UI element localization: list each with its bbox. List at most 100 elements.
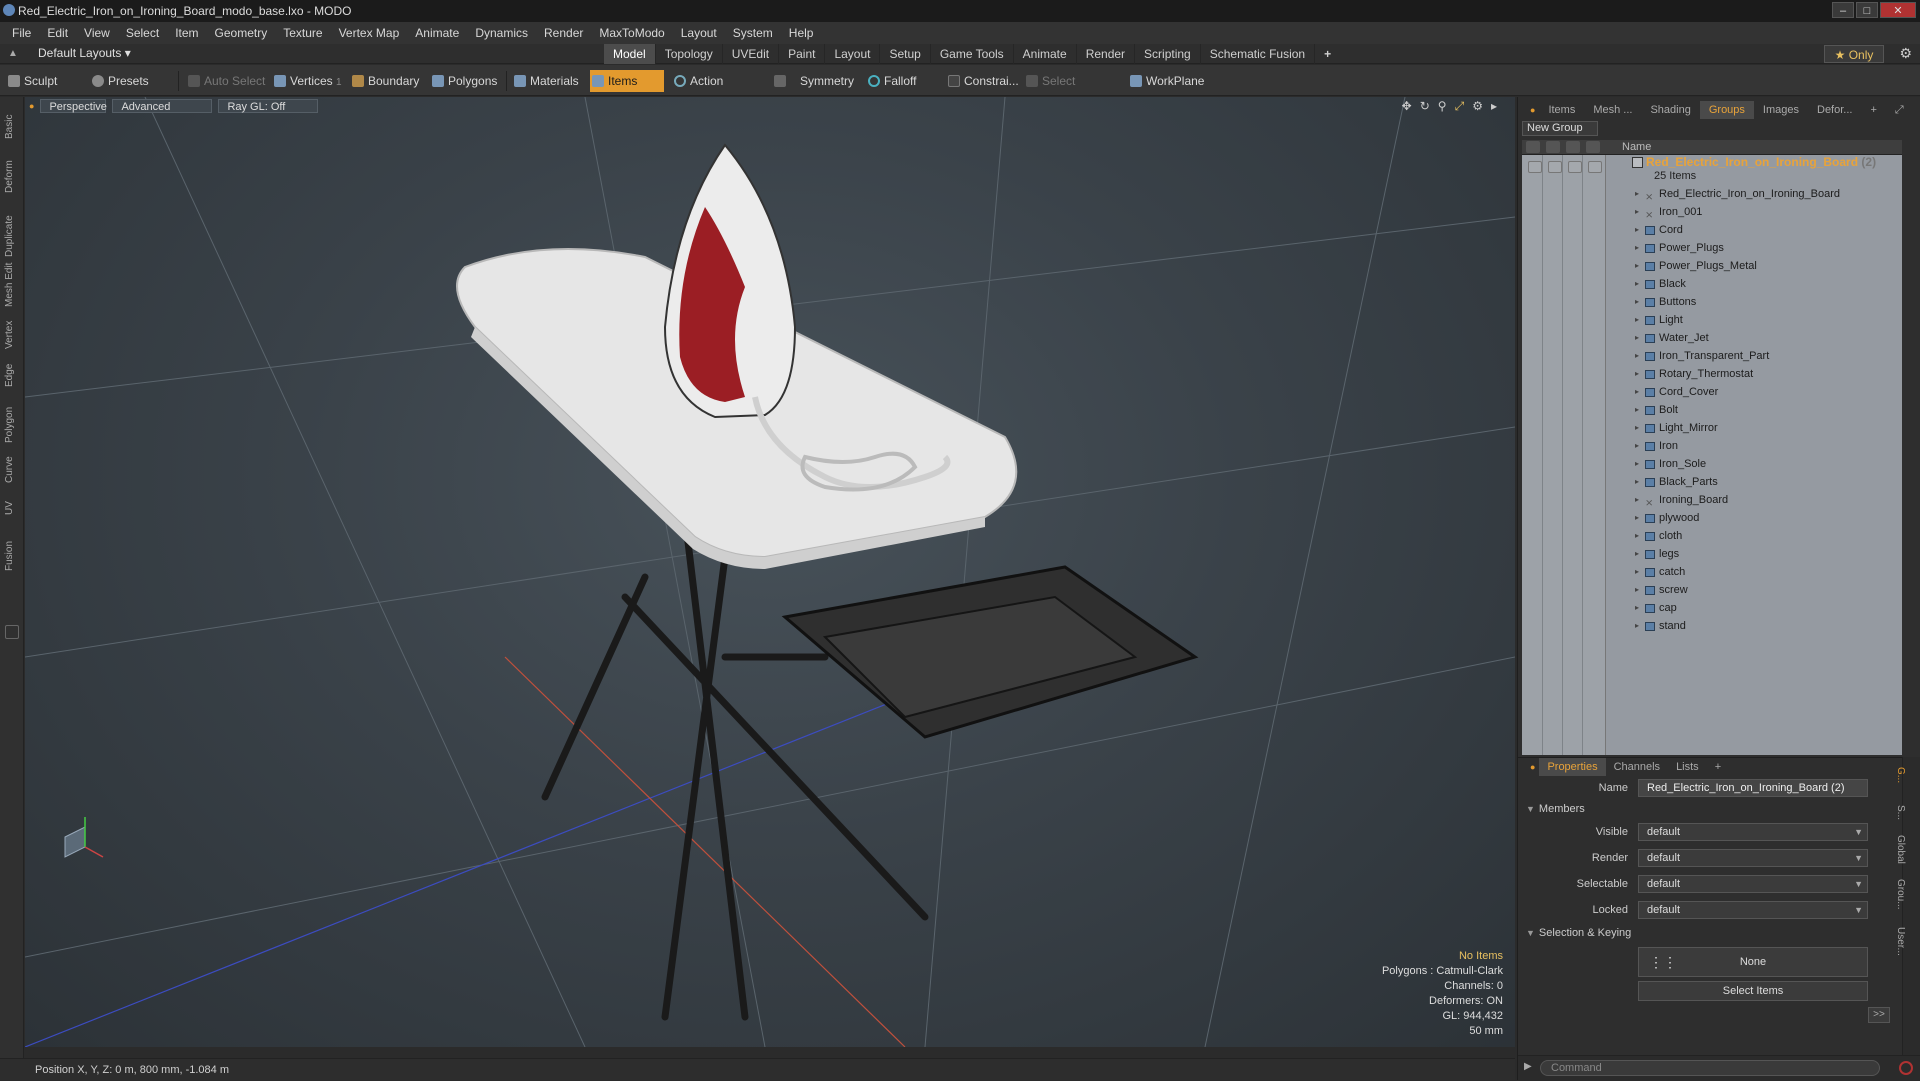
expand-arrow-icon[interactable]: ▸ [1635,365,1639,383]
name-field[interactable]: Red_Electric_Iron_on_Ironing_Board (2) [1638,779,1868,797]
tab-shading[interactable]: Shading [1641,101,1699,119]
boundary-button[interactable]: Boundary [350,70,422,92]
menu-select[interactable]: Select [118,26,167,40]
action-center-button[interactable]: Action Center [672,70,762,110]
zoom-view-icon[interactable]: ⚲ [1438,99,1447,114]
expand-arrow-icon[interactable]: ▸ [1635,329,1639,347]
tree-item-row[interactable]: ▸ Cord [1522,221,1902,239]
menu-edit[interactable]: Edit [39,26,76,40]
menu-layout[interactable]: Layout [673,26,725,40]
more-button[interactable]: >> [1868,1007,1890,1023]
menu-file[interactable]: File [4,26,39,40]
tree-item-row[interactable]: ▸ Power_Plugs [1522,239,1902,257]
tree-item-row[interactable]: ▸ cloth [1522,527,1902,545]
eye-toggle-icon[interactable] [1528,161,1542,173]
workplane-button[interactable]: WorkPlane [1128,70,1208,92]
command-input[interactable]: Command [1540,1060,1880,1076]
raygl-button[interactable]: Ray GL: Off [218,99,319,113]
tree-item-row[interactable]: ▸ Iron_Transparent_Part [1522,347,1902,365]
render-toggle-icon[interactable] [1548,161,1562,173]
group-row[interactable]: Red_Electric_Iron_on_Ironing_Board (2) 2… [1522,155,1902,185]
left-tab-fusion[interactable]: Fusion [4,541,15,571]
select-items-button[interactable]: Select Items [1638,981,1868,1001]
side-tab-s[interactable]: S... [1895,805,1906,820]
side-tab-global[interactable]: Global [1895,835,1906,864]
panel-menu-icon[interactable]: ● [1526,101,1539,119]
expand-arrow-icon[interactable]: ▸ [1635,293,1639,311]
tree-item-row[interactable]: ▸ Cord_Cover [1522,383,1902,401]
expand-arrow-icon[interactable]: ▸ [1635,563,1639,581]
expand-arrow-icon[interactable]: ▸ [1635,221,1639,239]
tree-item-row[interactable]: ▸ Rotary_Thermostat [1522,365,1902,383]
3d-viewport[interactable]: ● Perspective Advanced Ray GL: Off ✥ ↻ ⚲… [25,97,1515,1047]
tree-item-row[interactable]: ▸ legs [1522,545,1902,563]
visible-select[interactable]: default ▼ [1638,823,1868,841]
menu-animate[interactable]: Animate [407,26,467,40]
minimize-icon[interactable]: – [1832,2,1854,18]
add-properties-tab[interactable]: + [1707,758,1729,776]
tree-item-row[interactable]: ▸ Black [1522,275,1902,293]
expand-arrow-icon[interactable]: ▸ [1635,581,1639,599]
expand-arrow-icon[interactable]: ▸ [1635,383,1639,401]
tree-item-row[interactable]: ▸ Buttons [1522,293,1902,311]
advanced-button[interactable]: Advanced [112,99,213,113]
expand-arrow-icon[interactable]: ▸ [1635,473,1639,491]
tab-model[interactable]: Model [604,44,656,64]
viewport-expand-icon[interactable]: ▸ [1491,99,1497,114]
tab-animate[interactable]: Animate [1014,44,1077,64]
side-tab-g[interactable]: G... [1895,767,1906,783]
expand-arrow-icon[interactable]: ▸ [1635,401,1639,419]
members-section[interactable]: ▼ Members [1526,803,1585,815]
tree-item-row[interactable]: ▸ catch [1522,563,1902,581]
tab-paint[interactable]: Paint [779,44,826,64]
menu-help[interactable]: Help [781,26,822,40]
tab-channels[interactable]: Channels [1606,758,1668,776]
expand-arrow-icon[interactable]: ▸ [1635,455,1639,473]
materials-button[interactable]: Materials [512,70,584,92]
move-view-icon[interactable]: ✥ [1402,99,1412,114]
tab-topology[interactable]: Topology [656,44,723,64]
menu-texture[interactable]: Texture [275,26,330,40]
falloff-button[interactable]: Falloff [866,70,936,92]
lock-header-icon[interactable] [1566,141,1580,153]
expand-arrow-icon[interactable]: ▸ [1635,257,1639,275]
side-tab-user[interactable]: User... [1895,927,1906,956]
tree-item-row[interactable]: ▸ Light [1522,311,1902,329]
close-icon[interactable]: ✕ [1880,2,1916,18]
fit-view-icon[interactable]: ⤢ [1455,99,1465,114]
expand-arrow-icon[interactable]: ▸ [1635,419,1639,437]
tree-item-row[interactable]: ▸ ⨯ Iron_001 [1522,203,1902,221]
new-group-button[interactable]: New Group [1522,121,1598,136]
expand-arrow-icon[interactable]: ▸ [1635,617,1639,635]
sculpt-button[interactable]: Sculpt [6,70,76,92]
lock-toggle-icon[interactable] [1568,161,1582,173]
perspective-button[interactable]: Perspective [40,99,107,113]
add-tab-button[interactable]: + [1315,44,1340,64]
tab-layout[interactable]: Layout [825,44,881,64]
tab-lists[interactable]: Lists [1668,758,1707,776]
tab-mesh[interactable]: Mesh ... [1584,101,1641,119]
menu-render[interactable]: Render [536,26,591,40]
expand-arrow-icon[interactable]: ▸ [1635,509,1639,527]
tab-properties[interactable]: Properties [1539,757,1606,776]
tree-item-row[interactable]: ▸ ⨯ Ironing_Board [1522,491,1902,509]
left-tab-curve[interactable]: Curve [4,456,15,483]
tree-item-row[interactable]: ▸ stand [1522,617,1902,635]
viewport-gear-icon[interactable]: ⚙ [1472,99,1483,114]
tab-uvedit[interactable]: UVEdit [723,44,780,64]
left-tab-vertex[interactable]: Vertex [4,321,15,349]
expand-arrow-icon[interactable]: ▸ [1635,599,1639,617]
tab-deformers[interactable]: Defor... [1808,101,1861,119]
items-button[interactable]: Items [590,70,664,92]
auto-select-button[interactable]: Auto Select [186,70,266,92]
tree-item-row[interactable]: ▸ Bolt [1522,401,1902,419]
tree-item-row[interactable]: ▸ Water_Jet [1522,329,1902,347]
select-toggle-icon[interactable] [1588,161,1602,173]
tree-item-row[interactable]: ▸ Power_Plugs_Metal [1522,257,1902,275]
expand-arrow-icon[interactable]: ▸ [1635,437,1639,455]
stop-icon[interactable] [1899,1061,1913,1075]
selection-keying-section[interactable]: ▼ Selection & Keying [1526,927,1631,939]
tree-item-row[interactable]: ▸ Black_Parts [1522,473,1902,491]
menu-maxtomodo[interactable]: MaxToModo [591,26,672,40]
presets-button[interactable]: Presets [90,70,166,92]
